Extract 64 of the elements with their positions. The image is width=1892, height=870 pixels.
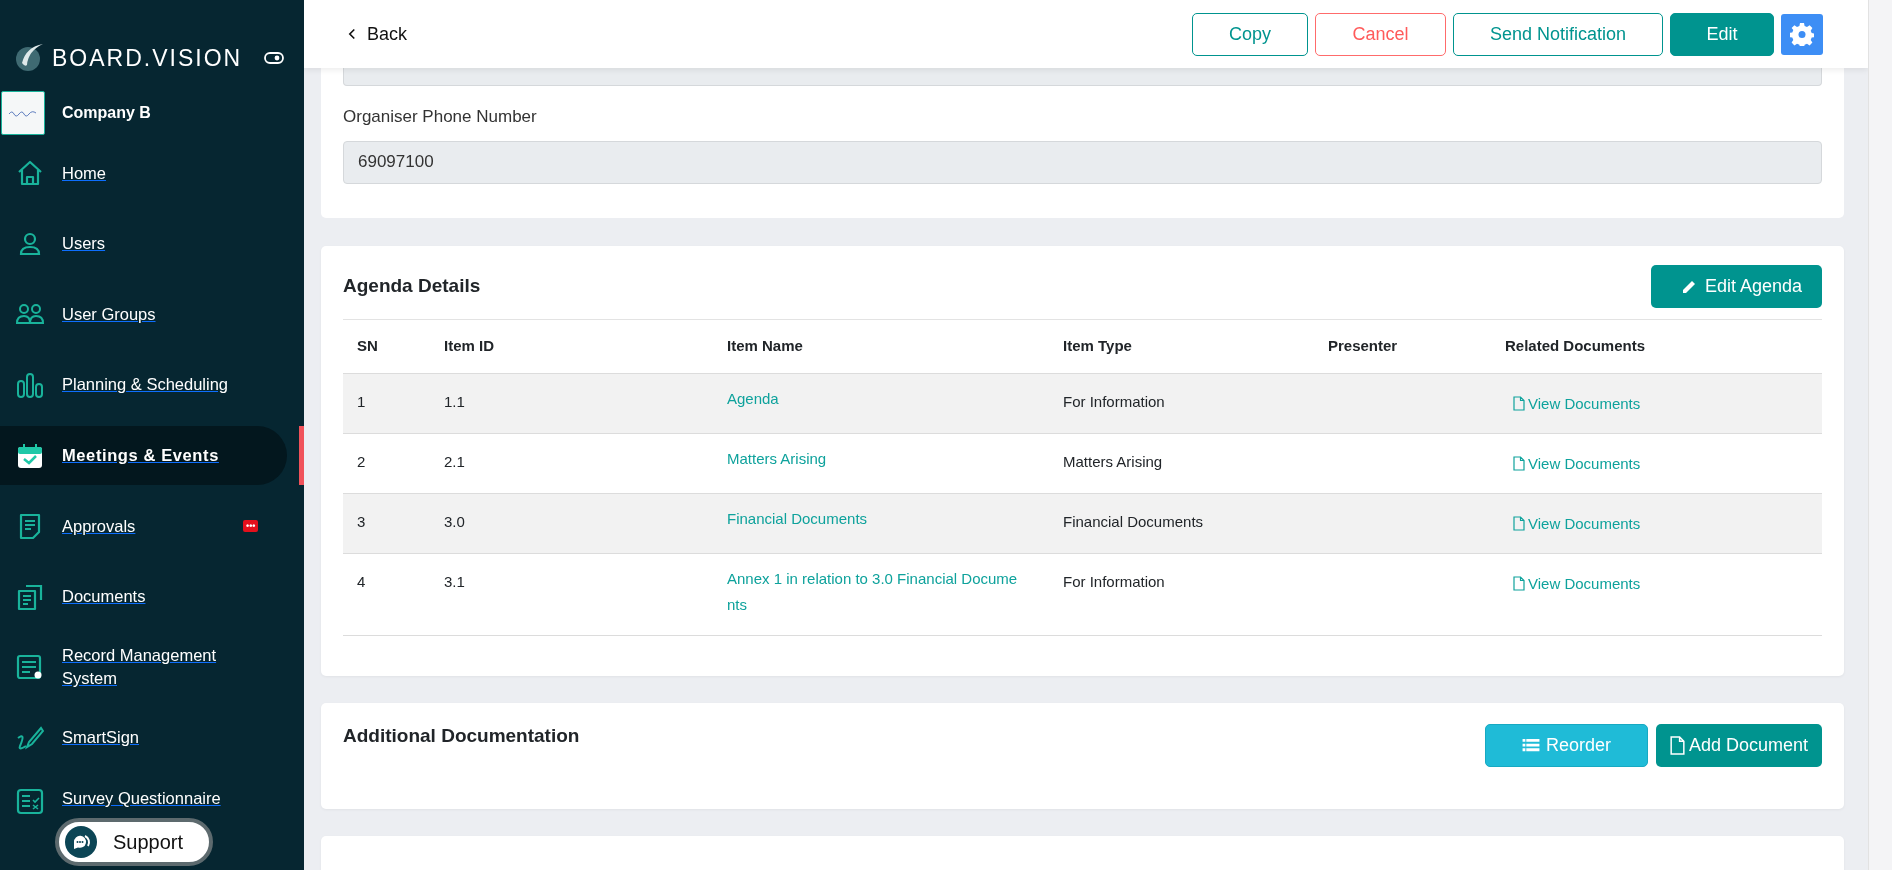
input-field[interactable] — [343, 68, 1822, 86]
chat-icon — [71, 832, 91, 852]
field-label: Organiser Phone Number — [343, 106, 538, 128]
phone-field[interactable]: 69097100 — [343, 140, 1822, 184]
chevron-left-icon — [348, 28, 357, 40]
sidebar-item[interactable]: Approvals ••• — [0, 491, 304, 562]
logo-icon — [14, 43, 44, 73]
toolbar-button[interactable]: Send Notification — [1453, 12, 1663, 56]
checklist-icon — [16, 787, 44, 815]
table-cell: 3 — [343, 493, 430, 553]
table-cell: 1 — [343, 373, 430, 433]
section-title: Agenda Details — [343, 275, 481, 298]
support-button[interactable]: Support — [55, 818, 213, 866]
table-cell: Financial Documents — [1049, 493, 1314, 553]
view-documents-link[interactable]: View Documents — [1513, 452, 1641, 475]
toolbar-button[interactable]: Cancel — [1315, 12, 1446, 56]
sidebar-item[interactable]: SmartSign — [0, 702, 304, 773]
toolbar-button[interactable]: Edit — [1670, 12, 1774, 56]
brand-name: BOARD.VISION — [52, 43, 243, 73]
settings-button[interactable] — [1781, 13, 1823, 55]
table-cell: 3.0 — [430, 493, 713, 553]
table-cell: 1.1 — [430, 373, 713, 433]
company-name: Company B — [62, 103, 151, 123]
table-cell: 3.1 — [430, 553, 713, 635]
view-documents-link[interactable]: View Documents — [1513, 392, 1641, 415]
settings-icon — [1790, 22, 1814, 46]
item-link[interactable]: Matters Arising — [727, 445, 1035, 472]
sidebar-item[interactable]: Meetings & Events — [0, 426, 287, 485]
section-title: Additional Documentation — [343, 724, 580, 748]
list-icon — [1521, 737, 1540, 753]
file-icon — [1513, 576, 1525, 592]
calendar-check-icon — [16, 441, 44, 470]
active-indicator — [299, 426, 304, 485]
sidebar-item[interactable]: Record Management System — [0, 632, 304, 703]
add-document-button[interactable]: Add Document — [1655, 723, 1822, 767]
table-cell: For Information — [1049, 553, 1314, 635]
table-cell: For Information — [1049, 373, 1314, 433]
record-search-icon — [16, 653, 44, 682]
sidebar-item[interactable]: Documents — [0, 561, 304, 632]
file-icon — [1513, 516, 1525, 532]
file-icon — [1513, 456, 1525, 472]
toggle-icon[interactable] — [264, 52, 284, 64]
sidebar-item[interactable]: Home — [0, 138, 304, 209]
item-link[interactable]: Annex 1 in relation to 3.0 Financial Docume nts — [727, 565, 1035, 618]
file-icon — [1513, 396, 1525, 412]
sidebar-item[interactable]: User Groups — [0, 279, 304, 350]
sidebar-item[interactable]: Survey Questionnaire — [0, 773, 304, 818]
toolbar-button[interactable]: Copy — [1192, 12, 1308, 56]
sidebar-item[interactable]: Users — [0, 208, 304, 279]
documents-icon — [16, 582, 44, 611]
bar-chart-icon — [16, 370, 44, 399]
file-icon — [1669, 735, 1685, 755]
view-documents-link[interactable]: View Documents — [1513, 572, 1641, 595]
back-link[interactable]: Back — [348, 20, 408, 48]
company-logo — [1, 91, 45, 135]
edit-agenda-button[interactable]: Edit Agenda — [1650, 265, 1822, 308]
home-icon — [16, 159, 44, 188]
pencil-icon — [1680, 278, 1697, 295]
reorder-button[interactable]: Reorder — [1484, 723, 1648, 767]
table-cell: 4 — [343, 553, 430, 635]
notification-badge: ••• — [243, 520, 259, 533]
view-documents-link[interactable]: View Documents — [1513, 512, 1641, 535]
sidebar-item[interactable]: Planning & Scheduling — [0, 349, 304, 420]
scrollbar[interactable] — [1868, 0, 1892, 870]
